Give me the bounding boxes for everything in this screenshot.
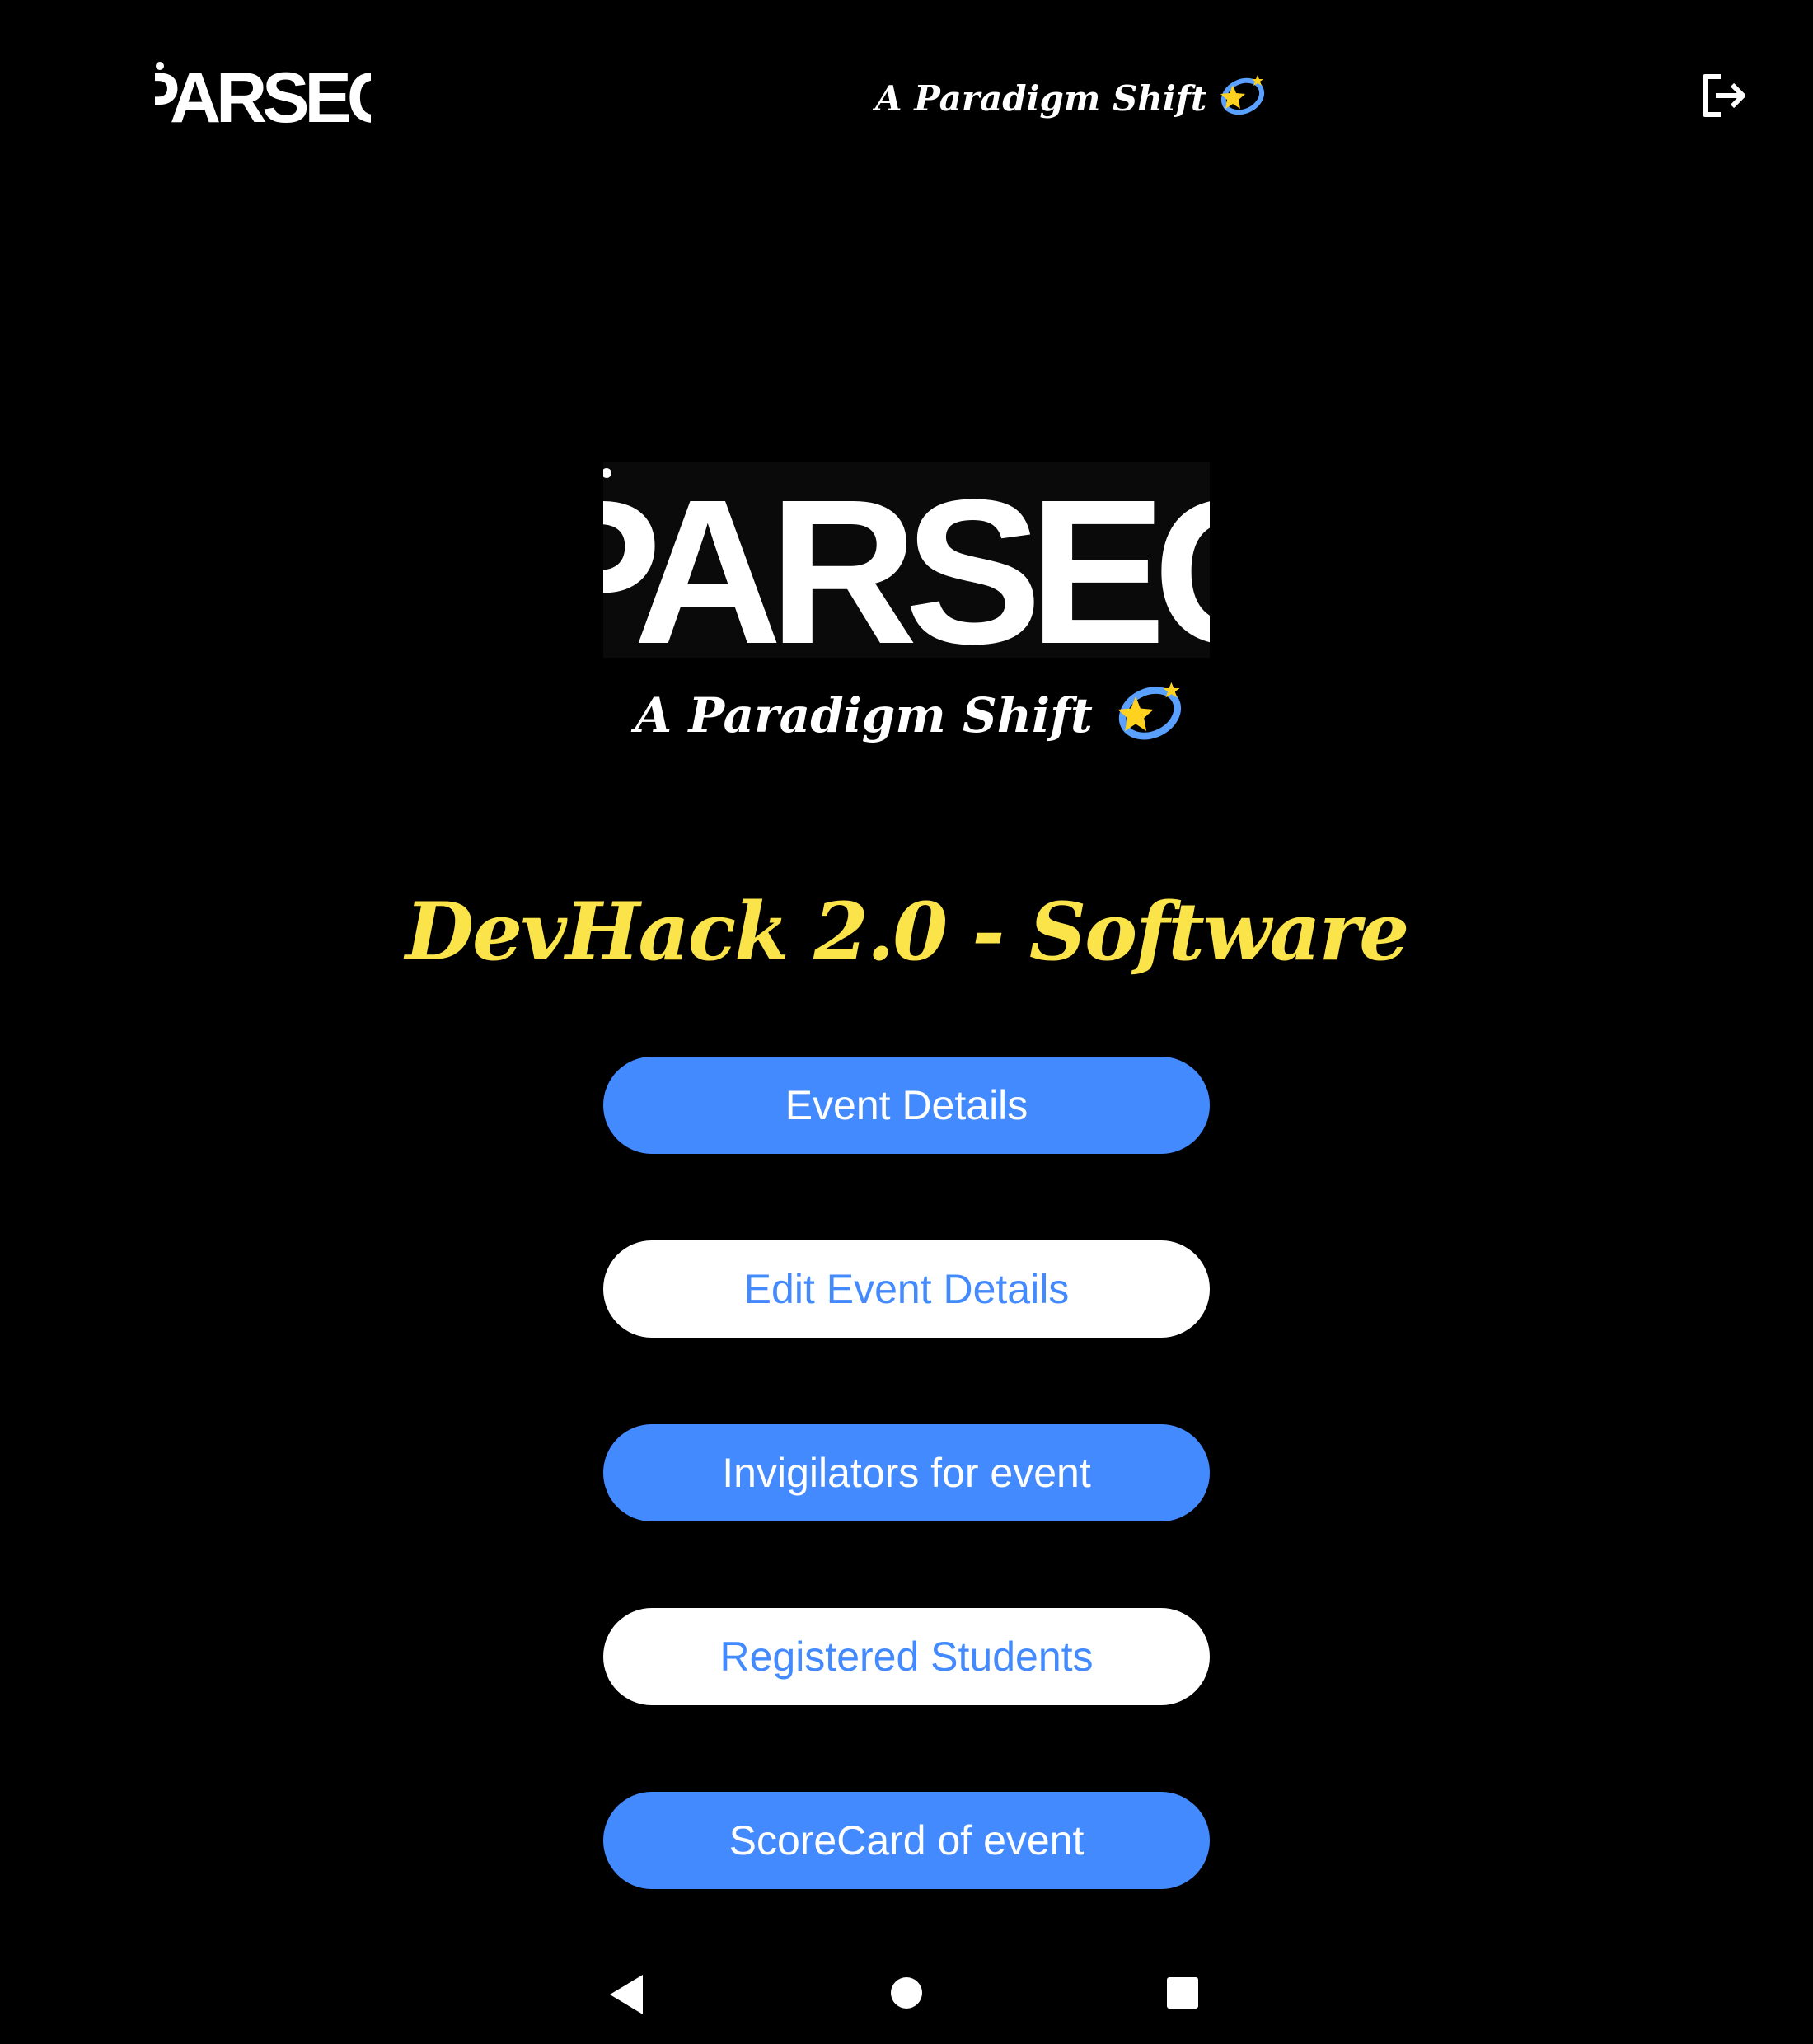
appbar-tagline: A Paradigm Shift: [875, 71, 1265, 125]
back-triangle-icon[interactable]: [608, 1973, 644, 2016]
svg-text:PARSEC: PARSEC: [603, 462, 1210, 658]
dizzy-star-icon: [1111, 677, 1187, 753]
recents-square-icon[interactable]: [1166, 1976, 1199, 2009]
logout-icon[interactable]: [1699, 73, 1747, 119]
edit-event-details-button[interactable]: Edit Event Details: [603, 1240, 1210, 1338]
appbar-tagline-text: A Paradigm Shift: [875, 77, 1207, 119]
svg-text:PARSEC: PARSEC: [155, 61, 371, 130]
parsec-logo-large: PARSEC: [524, 457, 1309, 687]
parsec-logo-small: PARSEC: [133, 59, 401, 138]
hero-tagline: A Paradigm Shift: [635, 677, 1181, 753]
registered-students-button[interactable]: Registered Students: [603, 1608, 1210, 1705]
event-details-button[interactable]: Event Details: [603, 1057, 1210, 1154]
dizzy-star-icon: [1218, 72, 1266, 124]
system-navigation-bar: [0, 1945, 1813, 2044]
appbar-logo: PARSEC: [133, 59, 401, 138]
hero-tagline-text: A Paradigm Shift: [635, 687, 1093, 743]
hero-logo: PARSEC: [524, 457, 1309, 687]
event-title: DevHack 2.0 - Software: [405, 884, 1410, 978]
scorecard-button[interactable]: ScoreCard of event: [603, 1792, 1210, 1889]
home-circle-icon[interactable]: [890, 1976, 923, 2009]
invigilators-button[interactable]: Invigilators for event: [603, 1424, 1210, 1521]
